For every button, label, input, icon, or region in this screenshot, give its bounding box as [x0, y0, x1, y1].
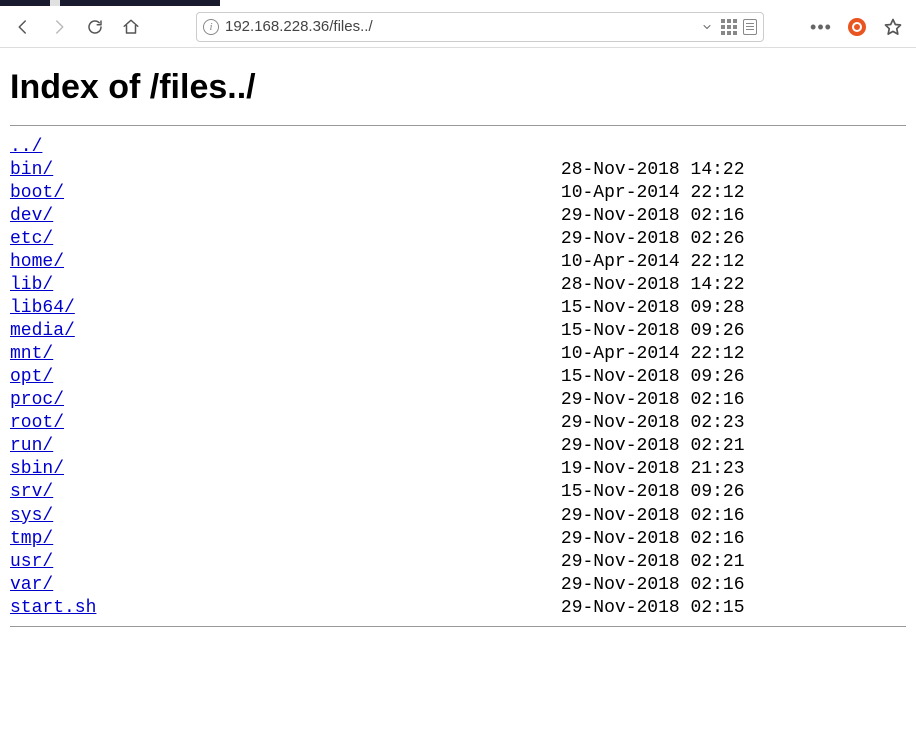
ubuntu-icon[interactable] — [842, 12, 872, 42]
listing-link[interactable]: var/ — [10, 575, 53, 595]
history-dropdown-icon[interactable] — [699, 19, 715, 35]
parent-dir-link[interactable]: ../ — [10, 137, 42, 157]
listing-link[interactable]: srv/ — [10, 482, 53, 502]
listing-link[interactable]: sbin/ — [10, 459, 64, 479]
directory-listing: ../ bin/ 28-Nov-2018 14:22 - boot/ 10-Ap… — [10, 136, 906, 620]
divider-top — [10, 125, 906, 126]
url-bar[interactable]: i 192.168.228.36/files../ — [196, 12, 764, 42]
listing-link[interactable]: etc/ — [10, 229, 53, 249]
listing-link[interactable]: bin/ — [10, 160, 53, 180]
listing-link[interactable]: proc/ — [10, 390, 64, 410]
listing-link[interactable]: lib/ — [10, 275, 53, 295]
page-title: Index of /files../ — [10, 68, 906, 107]
listing-link[interactable]: boot/ — [10, 183, 64, 203]
page-content: Index of /files../ ../ bin/ 28-Nov-2018 … — [0, 48, 916, 641]
listing-link[interactable]: dev/ — [10, 206, 53, 226]
home-button[interactable] — [116, 12, 146, 42]
listing-link[interactable]: root/ — [10, 413, 64, 433]
reader-mode-icon[interactable] — [743, 19, 757, 35]
listing-link[interactable]: start.sh — [10, 598, 96, 618]
listing-link[interactable]: usr/ — [10, 552, 53, 572]
listing-link[interactable]: tmp/ — [10, 529, 53, 549]
listing-link[interactable]: run/ — [10, 436, 53, 456]
back-button[interactable] — [8, 12, 38, 42]
window-top-edge — [0, 0, 916, 6]
browser-toolbar: i 192.168.228.36/files../ ••• — [0, 6, 916, 48]
forward-button[interactable] — [44, 12, 74, 42]
page-actions-button[interactable]: ••• — [806, 12, 836, 42]
url-text[interactable]: 192.168.228.36/files../ — [225, 18, 693, 35]
listing-link[interactable]: media/ — [10, 321, 75, 341]
listing-link[interactable]: mnt/ — [10, 344, 53, 364]
divider-bottom — [10, 626, 906, 627]
reload-button[interactable] — [80, 12, 110, 42]
listing-link[interactable]: lib64/ — [10, 298, 75, 318]
listing-link[interactable]: home/ — [10, 252, 64, 272]
listing-link[interactable]: opt/ — [10, 367, 53, 387]
bookmark-star-icon[interactable] — [878, 12, 908, 42]
site-info-icon[interactable]: i — [203, 19, 219, 35]
qr-icon[interactable] — [721, 19, 737, 35]
listing-link[interactable]: sys/ — [10, 506, 53, 526]
